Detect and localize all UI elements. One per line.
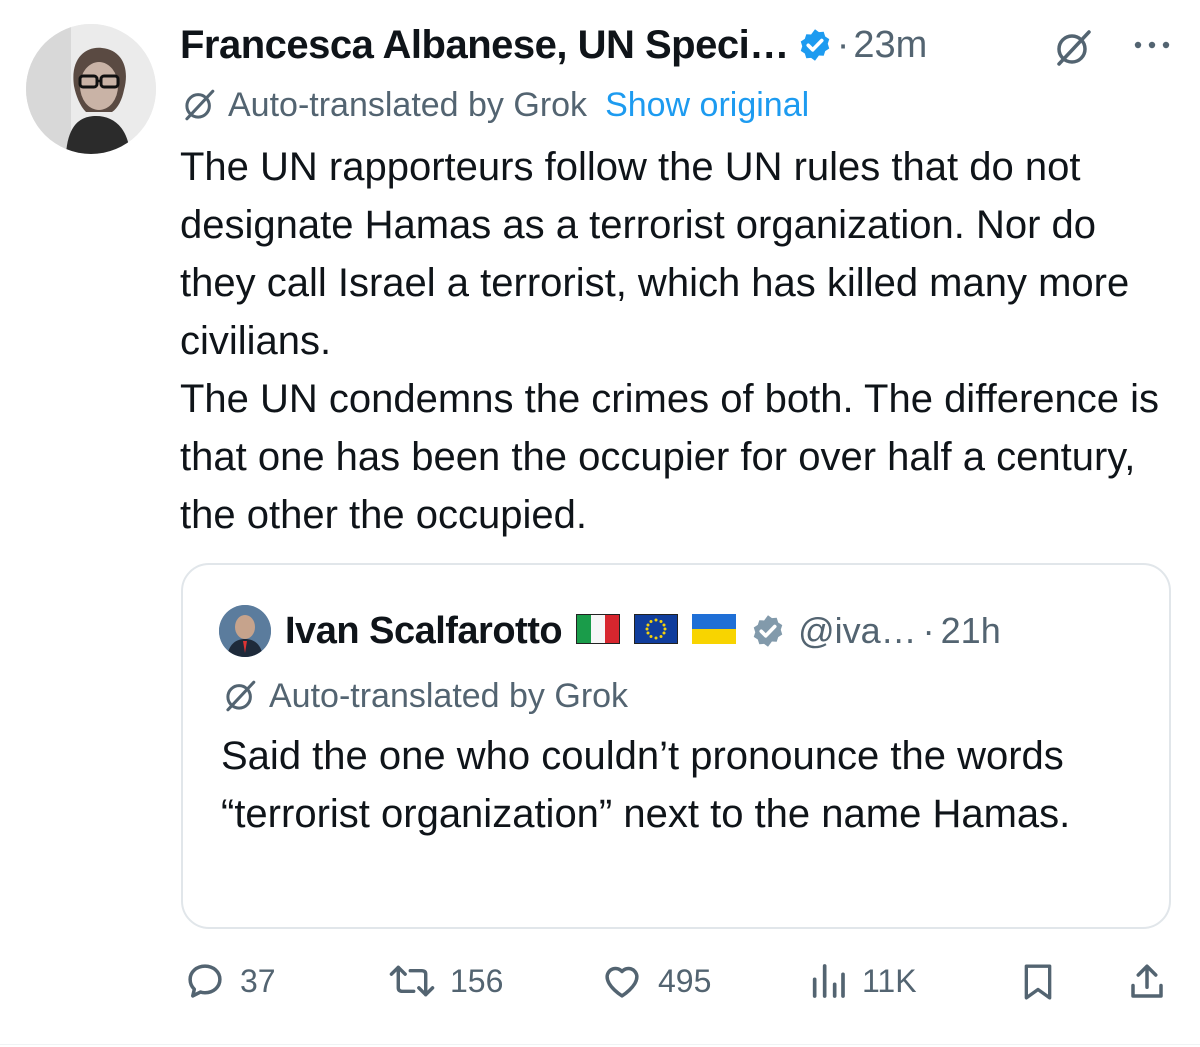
tweet-paragraph: The UN condemns the crimes of both. The … [180, 377, 1160, 537]
quoted-tweet-text: Said the one who couldn’t pronounce the … [221, 734, 1071, 836]
grok-icon[interactable] [1051, 26, 1095, 75]
show-original-link[interactable]: Show original [605, 86, 809, 125]
reply-button[interactable]: 37 [184, 960, 276, 1002]
quoted-translation-notice: Auto-translated by Grok [221, 673, 628, 719]
tweet-header: Francesca Albanese, UN Speci… · 23m [180, 20, 1180, 70]
tweet-timestamp[interactable]: 23m [853, 24, 927, 67]
repost-icon [389, 965, 435, 997]
grok-icon [185, 89, 215, 121]
quoted-author-name[interactable]: Ivan Scalfarotto [285, 610, 563, 653]
italy-flag-icon [576, 613, 621, 649]
bookmark-button[interactable] [1018, 960, 1058, 1004]
ukraine-flag-icon [692, 613, 737, 649]
quoted-author-avatar[interactable] [219, 605, 271, 657]
tweet-text: The UN rapporteurs follow the UN rules t… [180, 138, 1170, 544]
like-count: 495 [658, 962, 712, 999]
verified-badge-icon[interactable] [797, 27, 833, 63]
tweet-action-bar: 37 156 495 11K [0, 950, 1200, 1010]
share-icon [1131, 964, 1163, 998]
quoted-tweet-header: Ivan Scalfarotto @iva… · 21h [219, 603, 1001, 659]
divider [0, 1044, 1200, 1045]
quoted-verified-badge-icon[interactable] [750, 613, 786, 649]
translation-notice: Auto-translated by Grok Show original [180, 82, 809, 128]
author-name[interactable]: Francesca Albanese, UN Speci… [180, 23, 789, 68]
reply-icon [188, 964, 222, 998]
share-button[interactable] [1126, 960, 1168, 1004]
tweet-paragraph: The UN rapporteurs follow the UN rules t… [180, 145, 1130, 363]
more-options-icon[interactable] [1132, 38, 1172, 56]
translated-by-label: Auto-translated by Grok [228, 85, 588, 124]
quoted-tweet[interactable]: Ivan Scalfarotto @iva… · 21h Auto-transl… [181, 563, 1171, 929]
quoted-tweet-timestamp[interactable]: 21h [941, 610, 1001, 652]
analytics-icon [812, 964, 845, 998]
eu-flag-icon [634, 613, 679, 649]
grok-icon [226, 680, 256, 712]
separator-dot: · [922, 610, 935, 651]
author-avatar[interactable] [26, 24, 156, 154]
like-button[interactable]: 495 [600, 960, 711, 1002]
repost-count: 156 [450, 962, 504, 999]
bookmark-icon [1024, 964, 1052, 1000]
reply-count: 37 [240, 962, 276, 999]
quoted-author-handle[interactable]: @iva… [798, 610, 917, 652]
views-count: 11K [862, 962, 917, 999]
views-button[interactable]: 11K [808, 960, 917, 1002]
separator-dot: · [836, 23, 850, 66]
heart-icon [605, 966, 639, 998]
quoted-translated-by-label: Auto-translated by Grok [269, 676, 629, 715]
repost-button[interactable]: 156 [388, 960, 503, 1002]
